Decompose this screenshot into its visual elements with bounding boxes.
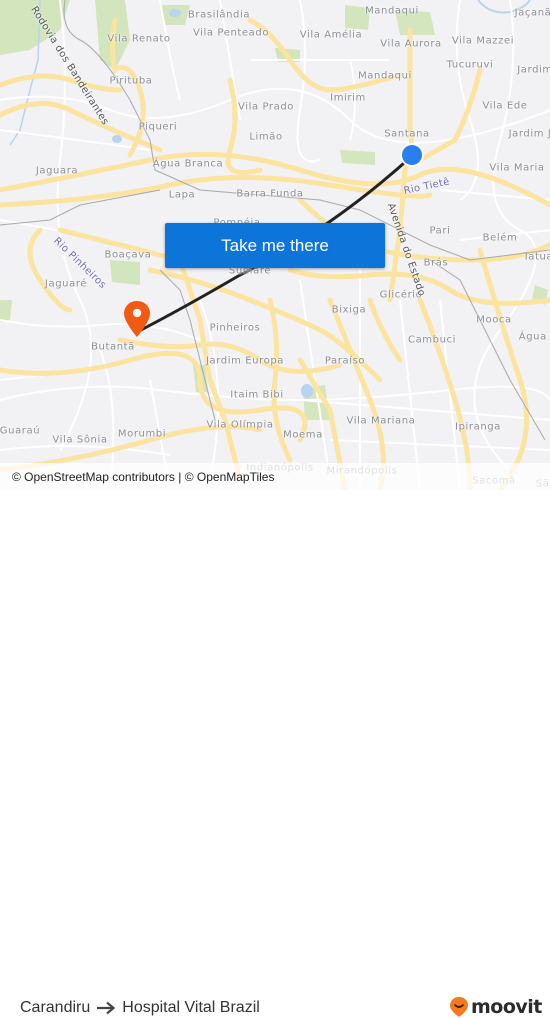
place-label: Jaçanã <box>514 7 550 19</box>
route-title: Carandiru Hospital Vital Brazil <box>20 999 260 1017</box>
lake <box>169 9 181 17</box>
place-label: Piqueri <box>138 121 178 133</box>
place-label: Moema <box>283 429 323 441</box>
moovit-logo[interactable]: moovit <box>449 996 542 1018</box>
place-label: Jardim J <box>508 128 550 140</box>
moovit-pin-smile-icon <box>450 997 468 1017</box>
place-label: Água Branca <box>152 158 224 170</box>
place-label: Lapa <box>168 189 196 201</box>
map-view[interactable]: Brasilândia Mandaqui Jaçanã Vila Renato Vila… <box>0 0 550 490</box>
footer: Carandiru Hospital Vital Brazil moovit <box>0 490 550 1018</box>
place-label: Santana <box>384 128 430 140</box>
place-label: Barra Funda <box>236 188 304 200</box>
place-label: Tatuapé <box>523 251 550 263</box>
place-label: Brás <box>423 257 449 269</box>
place-label: Água Rasa <box>518 331 550 343</box>
place-label: Limão <box>249 131 283 143</box>
place-label: Butantã <box>91 341 135 353</box>
place-label: Vila Mazzei <box>451 35 515 47</box>
openmaptiles-attribution-link[interactable]: © OpenMapTiles <box>185 470 275 484</box>
place-label: Vila Maria <box>489 162 545 174</box>
place-label: Cambuci <box>407 334 457 346</box>
place-label: Ipiranga <box>455 421 501 433</box>
place-label: Pinheiros <box>209 322 261 334</box>
place-label: Jaguara <box>35 165 79 177</box>
place-label: Tucuruvi <box>446 59 494 71</box>
lake <box>301 384 313 398</box>
place-label: Itaim Bibi <box>230 389 284 401</box>
road <box>477 247 530 490</box>
place-label: Mandaqui <box>365 5 419 17</box>
place-label: Jardim <box>517 64 550 76</box>
place-label: Belém <box>482 232 518 244</box>
road <box>367 297 403 363</box>
place-label: Bixiga <box>331 304 367 316</box>
attribution-separator: | <box>174 469 185 484</box>
place-label: Morumbi <box>117 428 167 440</box>
place-label: Guaraú <box>0 425 41 437</box>
destination-map-pin-icon[interactable] <box>123 300 151 338</box>
place-label: Vila Prado <box>237 101 295 113</box>
place-label: Vila Sônia <box>52 434 108 446</box>
park-area <box>110 260 140 285</box>
place-label: Paraíso <box>324 355 366 367</box>
place-label: Pirituba <box>109 75 153 87</box>
take-me-there-button[interactable]: Take me there <box>165 223 385 268</box>
origin-marker-blue-dot-icon[interactable] <box>402 145 422 165</box>
arrow-right-icon <box>96 1001 116 1015</box>
park-area <box>0 300 12 322</box>
origin-name: Carandiru <box>20 999 91 1016</box>
map-attribution: © OpenStreetMap contributors | © OpenMap… <box>0 463 550 490</box>
lake <box>112 135 122 143</box>
place-label: Vila Penteado <box>192 27 270 39</box>
place-label: Vila Ede <box>482 100 528 112</box>
park-area <box>340 150 375 165</box>
place-label: Vila Aurora <box>380 38 442 50</box>
road <box>0 73 123 93</box>
place-label: Pari <box>429 225 451 237</box>
place-label: Imirim <box>330 92 366 104</box>
destination-name: Hospital Vital Brazil <box>122 999 260 1016</box>
place-label: Mooca <box>476 314 512 326</box>
road <box>417 67 483 163</box>
place-label: Vila Renato <box>107 33 171 45</box>
place-label: Vila Mariana <box>346 415 416 427</box>
place-label: Brasilândia <box>187 9 251 21</box>
place-label: Vila Olímpia <box>206 419 274 431</box>
place-label: Jardim Europa <box>205 355 285 367</box>
place-label: Boaçava <box>104 249 152 261</box>
osm-attribution-link[interactable]: © OpenStreetMap contributors <box>12 470 175 484</box>
place-label: Mandaqui <box>358 70 412 82</box>
place-label: Jaguaré <box>44 278 88 290</box>
moovit-wordmark: moovit <box>471 996 542 1018</box>
place-label: Vila Amélia <box>299 29 363 41</box>
road <box>417 297 473 490</box>
